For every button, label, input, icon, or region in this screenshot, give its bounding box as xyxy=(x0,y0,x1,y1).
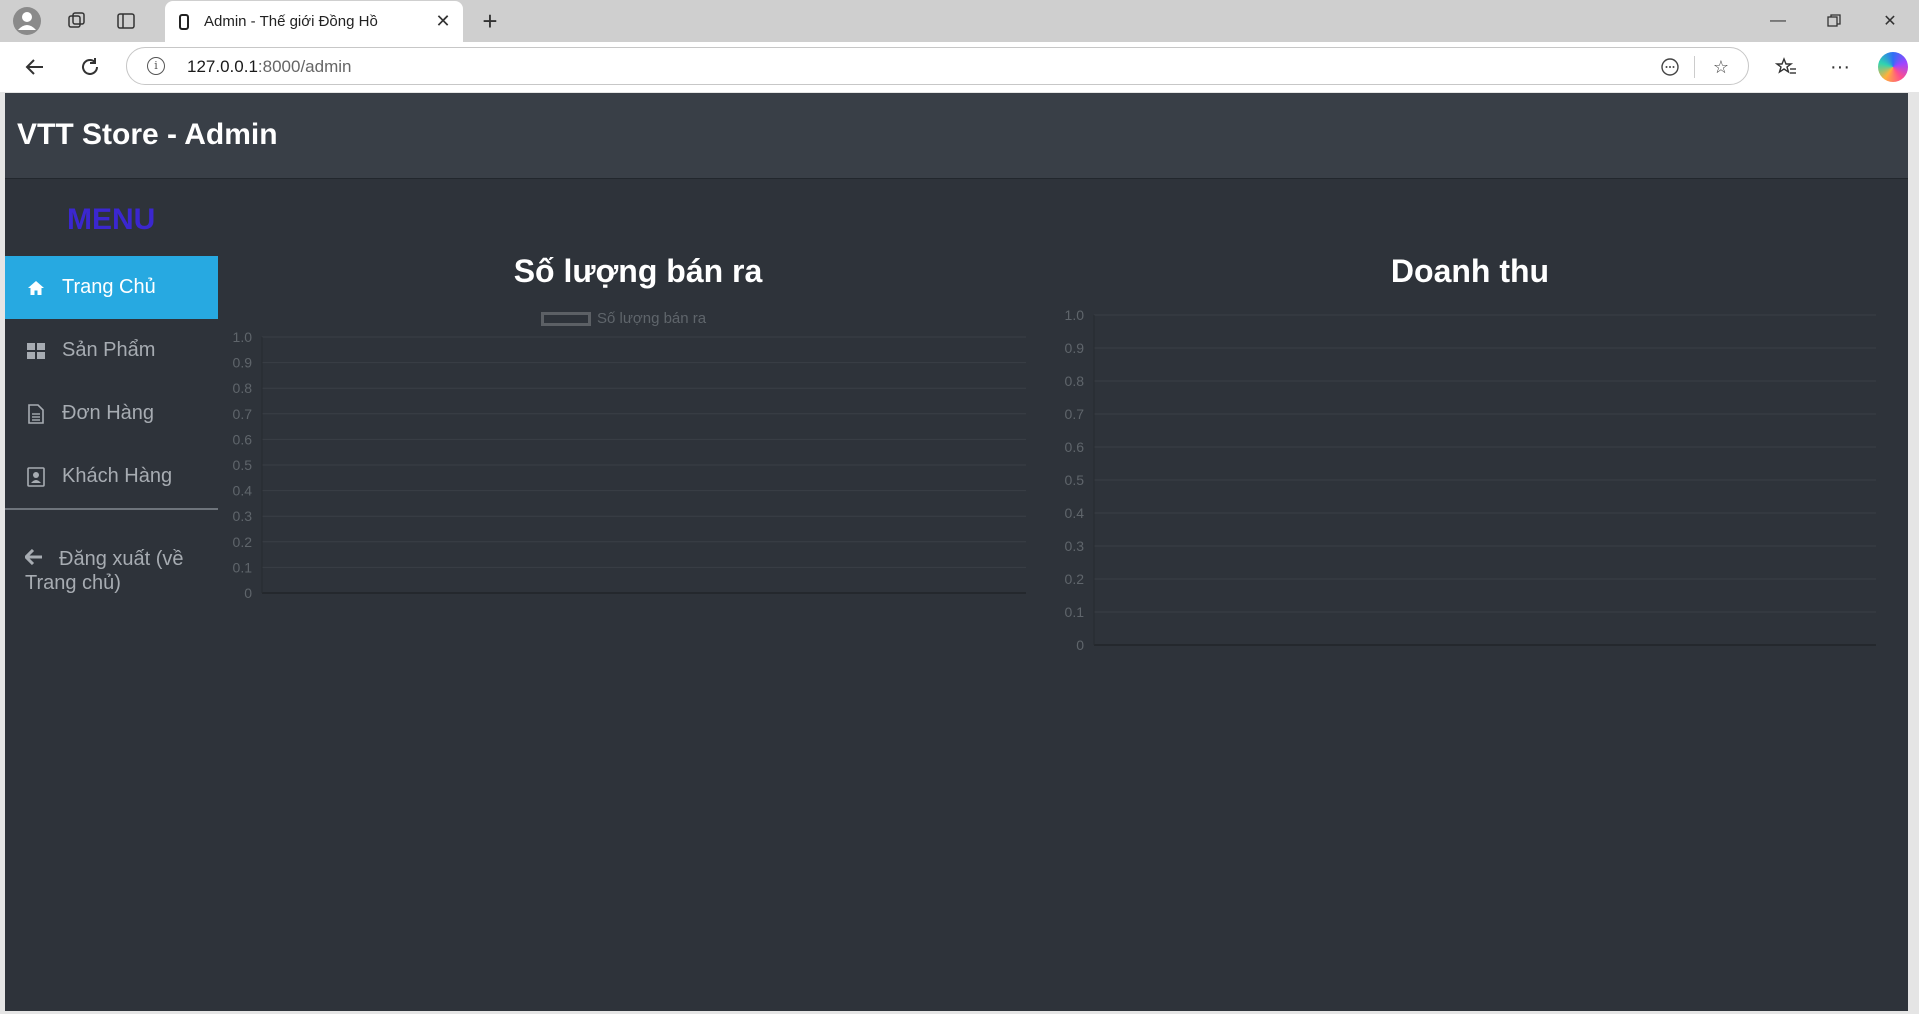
phone-icon xyxy=(179,13,189,30)
y-tick-label: 0.8 xyxy=(233,380,253,396)
file-icon xyxy=(26,403,46,424)
sidebar-item-label: Trang Chủ xyxy=(62,276,156,298)
site-info-icon[interactable]: i xyxy=(147,57,165,75)
url-text[interactable]: 127.0.0.1:8000/admin xyxy=(187,57,351,77)
sidebar-item-san-pham[interactable]: Sản Phẩm xyxy=(5,319,218,382)
sidebar-item-don-hang[interactable]: Đơn Hàng xyxy=(5,382,218,445)
address-toolbar: i 127.0.0.1:8000/admin ☆ ··· xyxy=(0,42,1919,92)
restore-icon[interactable] xyxy=(1806,0,1862,42)
top-header: VTT Store - Admin xyxy=(5,93,1908,179)
y-tick-label: 0.1 xyxy=(1065,604,1085,620)
y-tick-label: 0 xyxy=(1076,637,1084,653)
chart-title-sales: Số lượng bán ra xyxy=(513,253,763,289)
logout-link[interactable]: Đăng xuất (về Trang chủ) xyxy=(23,547,205,595)
y-tick-label: 0.3 xyxy=(1065,538,1085,554)
y-tick-label: 0.6 xyxy=(233,431,253,447)
minimize-icon[interactable]: — xyxy=(1750,0,1806,42)
y-tick-label: 0.6 xyxy=(1065,439,1085,455)
logout-label: Đăng xuất (về Trang chủ) xyxy=(25,548,184,594)
y-tick-label: 0.9 xyxy=(233,355,253,371)
sidebar-item-label: Đơn Hàng xyxy=(62,402,155,424)
reload-icon[interactable] xyxy=(73,51,107,83)
y-tick-label: 0.7 xyxy=(233,406,253,422)
browser-tab[interactable]: Admin - Thế giới Đồng Hồ ✕ xyxy=(165,1,463,42)
back-icon[interactable] xyxy=(18,51,52,83)
y-tick-label: 0.5 xyxy=(233,457,253,473)
y-tick-label: 0.4 xyxy=(233,483,253,499)
tab-actions-icon[interactable] xyxy=(110,5,142,37)
y-tick-label: 0.1 xyxy=(233,559,253,575)
contact-icon xyxy=(26,466,46,487)
url-bar[interactable]: i 127.0.0.1:8000/admin ☆ xyxy=(126,47,1749,85)
y-tick-label: 1.0 xyxy=(233,329,253,345)
favorite-star-icon[interactable]: ☆ xyxy=(1708,55,1734,79)
y-tick-label: 0.5 xyxy=(1065,472,1085,488)
y-tick-label: 0 xyxy=(244,585,252,601)
y-tick-label: 0.9 xyxy=(1065,340,1085,356)
arrow-left-icon xyxy=(23,547,45,571)
menu-title: MENU xyxy=(67,203,156,236)
y-tick-label: 0.8 xyxy=(1065,373,1085,389)
new-tab-icon[interactable]: + xyxy=(474,5,506,37)
url-host: 127.0.0.1 xyxy=(187,57,258,76)
grid-icon xyxy=(26,341,46,361)
sidebar-item-label: Sản Phẩm xyxy=(62,339,156,361)
y-tick-label: 0.2 xyxy=(233,534,253,550)
browser-tab-bar: Admin - Thế giới Đồng Hồ ✕ + — ✕ xyxy=(0,0,1919,42)
y-tick-label: 0.4 xyxy=(1065,505,1085,521)
y-tick-label: 1.0 xyxy=(1065,307,1085,323)
sidebar-divider xyxy=(5,508,218,510)
close-tab-icon[interactable]: ✕ xyxy=(429,11,457,32)
workspaces-icon[interactable] xyxy=(61,5,93,37)
copilot-icon[interactable] xyxy=(1878,52,1908,82)
brand-title[interactable]: VTT Store - Admin xyxy=(17,118,278,152)
favorites-icon[interactable] xyxy=(1769,51,1803,83)
y-tick-label: 0.3 xyxy=(233,508,253,524)
more-options-icon[interactable]: ··· xyxy=(1823,51,1857,83)
sidebar-item-trang-chu[interactable]: Trang Chủ xyxy=(5,256,218,319)
y-tick-label: 0.7 xyxy=(1065,406,1085,422)
url-path: :8000/admin xyxy=(257,57,352,76)
close-window-icon[interactable]: ✕ xyxy=(1862,0,1918,42)
admin-page: VTT Store - Admin MENU Trang Chủ Sản Phẩ… xyxy=(5,93,1908,1011)
revenue-chart: 0 0.1 0.2 0.3 0.4 0.5 0.6 0.7 0.8 0.9 1.0 xyxy=(1065,307,1876,653)
y-tick-label: 0.2 xyxy=(1065,571,1085,587)
sales-quantity-chart: 0 0.1 0.2 0.3 0.4 0.5 0.6 0.7 0.8 0.9 1.0 xyxy=(233,329,1026,601)
tab-title: Admin - Thế giới Đồng Hồ xyxy=(204,13,378,30)
sidebar-item-label: Khách Hàng xyxy=(62,465,173,487)
chart-title-revenue: Doanh thu xyxy=(1390,253,1550,289)
omnibox-divider xyxy=(1694,56,1695,78)
profile-icon[interactable] xyxy=(11,5,43,37)
sidebar-item-khach-hang[interactable]: Khách Hàng xyxy=(5,445,218,508)
home-icon xyxy=(26,278,46,298)
read-aloud-icon[interactable] xyxy=(1657,55,1683,79)
